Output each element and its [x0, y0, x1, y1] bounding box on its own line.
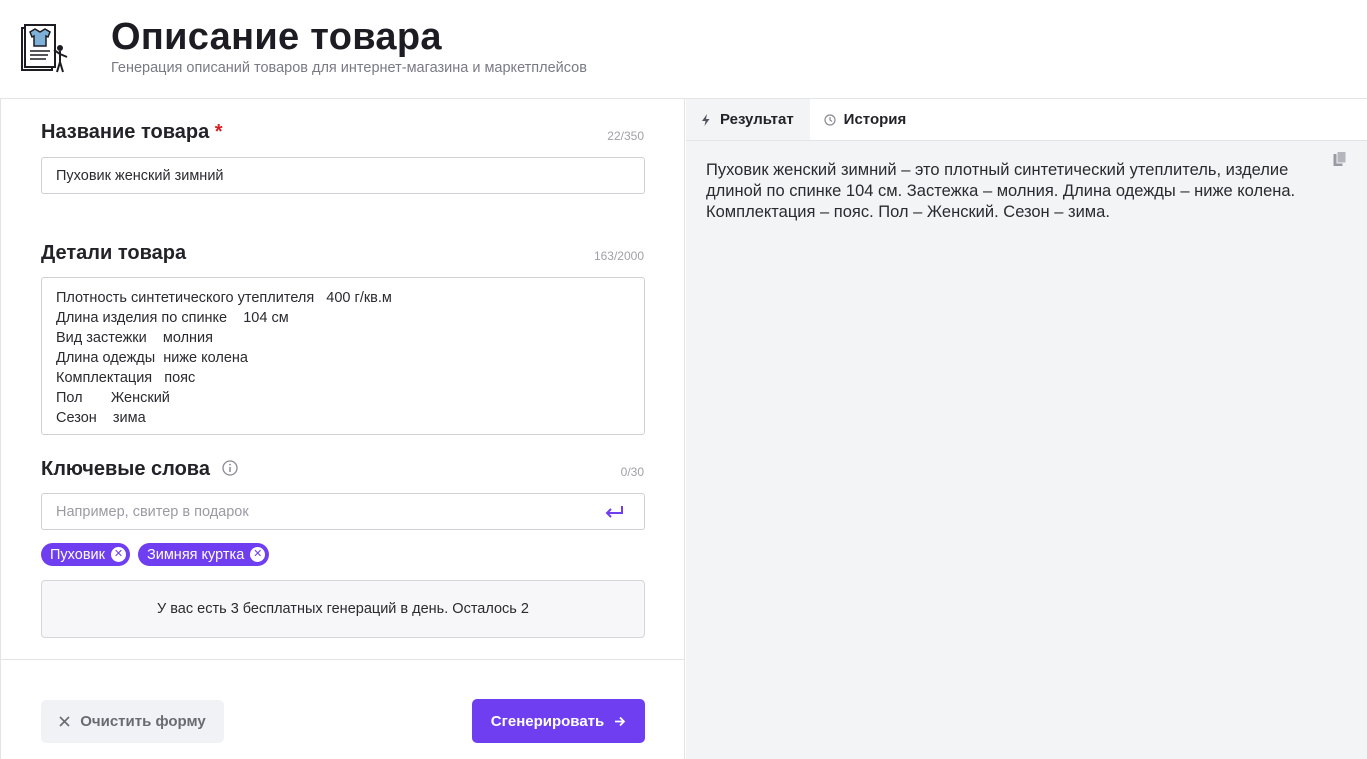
page-subtitle: Генерация описаний товаров для интернет-…	[111, 60, 587, 76]
result-tabs: Результат История	[686, 99, 1367, 141]
close-icon	[59, 716, 70, 727]
tab-history[interactable]: История	[810, 99, 923, 140]
lightning-icon	[702, 113, 710, 126]
details-line: Вид застежки молния	[56, 330, 213, 346]
generations-notice: У вас есть 3 бесплатных генераций в день…	[41, 580, 645, 638]
result-panel: Результат История Пуховик женский зимний…	[686, 99, 1367, 759]
product-details-label: Детали товара	[41, 242, 187, 264]
product-form: Название товара * 22/350 Пуховик женский…	[0, 99, 685, 759]
keywords-label: Ключевые слова	[41, 458, 238, 481]
clear-form-button[interactable]: Очистить форму	[41, 700, 224, 743]
product-details-counter: 163/2000	[593, 249, 644, 263]
tab-result[interactable]: Результат	[686, 99, 810, 140]
product-presentation-icon	[21, 24, 68, 73]
details-line: Длина изделия по спинке 104 см	[56, 310, 289, 326]
product-name-counter: 22/350	[607, 129, 644, 143]
header: Описание товара Генерация описаний товар…	[0, 0, 1367, 99]
details-line: Пол Женский	[56, 390, 170, 406]
enter-icon[interactable]	[602, 502, 626, 522]
page-title: Описание товара	[111, 16, 442, 58]
result-text: Пуховик женский зимний – это плотный син…	[706, 161, 1296, 221]
keyword-tags: Пуховик ✕ Зимняя куртка ✕	[41, 543, 270, 566]
details-line: Длина одежды ниже колена	[56, 350, 248, 366]
keywords-placeholder: Например, свитер в подарок	[56, 504, 249, 520]
remove-tag-icon[interactable]: ✕	[250, 547, 266, 562]
product-name-input[interactable]: Пуховик женский зимний	[41, 157, 645, 194]
keyword-tag: Пуховик ✕	[41, 543, 130, 566]
details-line: Сезон зима	[56, 410, 146, 426]
divider	[1, 659, 685, 660]
keywords-counter: 0/30	[620, 465, 644, 479]
remove-tag-icon[interactable]: ✕	[110, 547, 126, 562]
product-name-label: Название товара *	[41, 121, 223, 143]
generate-button[interactable]: Сгенерировать	[472, 699, 645, 743]
keywords-input[interactable]: Например, свитер в подарок	[41, 493, 645, 530]
details-line: Комплектация пояс	[56, 370, 196, 386]
clock-icon	[824, 113, 836, 126]
copy-icon[interactable]	[1333, 151, 1347, 167]
keyword-tag: Зимняя куртка ✕	[137, 543, 270, 566]
required-mark: *	[214, 121, 223, 143]
details-line: Плотность синтетического утеплителя 400 …	[56, 290, 392, 306]
info-icon[interactable]	[221, 460, 238, 476]
product-details-textarea[interactable]: Плотность синтетического утеплителя 400 …	[41, 277, 645, 435]
arrow-right-icon	[615, 716, 626, 726]
